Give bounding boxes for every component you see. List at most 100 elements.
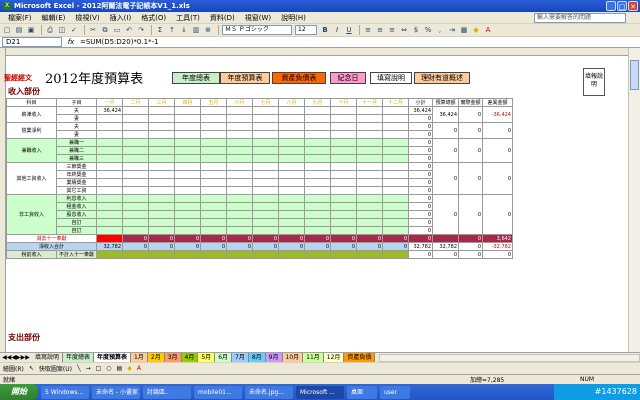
month-cell[interactable] <box>330 146 357 155</box>
note-box[interactable]: 填報說明 <box>583 68 605 96</box>
menu-tools[interactable]: 工具(T) <box>171 13 205 23</box>
subcategory-cell[interactable]: 業績獎金 <box>56 178 97 187</box>
header-cell[interactable]: 實際金額 <box>458 98 483 107</box>
month-cell[interactable] <box>252 106 279 115</box>
subcategory-cell[interactable]: 利息收入 <box>56 194 97 203</box>
actual-cell[interactable]: 0 <box>458 138 483 163</box>
summary-month-cell[interactable]: 0 <box>148 234 175 243</box>
month-cell[interactable] <box>200 146 227 155</box>
currency-icon[interactable]: $ <box>411 25 421 35</box>
month-cell[interactable] <box>200 154 227 163</box>
chart-icon[interactable]: ▥ <box>191 25 201 35</box>
worksheet[interactable]: 聖經經文 2012年度預算表 年度總表 年度預算表 資產負債表 紀念日 填寫說明… <box>0 48 640 352</box>
month-cell[interactable] <box>252 202 279 211</box>
tab-may[interactable]: 5月 <box>198 353 216 362</box>
month-cell[interactable] <box>226 162 253 171</box>
month-cell[interactable] <box>200 130 227 139</box>
start-button[interactable]: 開始 <box>0 384 38 400</box>
month-cell[interactable] <box>304 106 331 115</box>
month-cell[interactable] <box>148 226 175 235</box>
summary-month-cell[interactable]: 0 <box>304 234 331 243</box>
month-cell[interactable] <box>122 218 149 227</box>
month-cell[interactable] <box>252 194 279 203</box>
month-cell[interactable] <box>96 218 123 227</box>
menu-data[interactable]: 資料(D) <box>205 13 240 23</box>
tab-sep[interactable]: 9月 <box>265 353 283 362</box>
budget-cell[interactable]: 0 <box>432 122 459 139</box>
summary-month-cell[interactable]: 0 <box>226 242 253 251</box>
underline-icon[interactable]: U <box>344 25 354 35</box>
month-cell[interactable] <box>382 194 409 203</box>
month-cell[interactable] <box>148 146 175 155</box>
month-cell[interactable] <box>304 170 331 179</box>
month-cell[interactable] <box>122 226 149 235</box>
month-cell[interactable] <box>122 154 149 163</box>
month-cell[interactable] <box>304 162 331 171</box>
budget-cell[interactable]: 0 <box>432 138 459 163</box>
month-cell[interactable] <box>304 146 331 155</box>
budget-cell[interactable]: 36,424 <box>432 106 459 123</box>
month-cell[interactable] <box>148 138 175 147</box>
font-size-select[interactable]: 12 <box>295 25 317 35</box>
month-cell[interactable] <box>226 218 253 227</box>
link-annual-budget[interactable]: 年度預算表 <box>220 72 270 84</box>
month-cell[interactable] <box>304 178 331 187</box>
summary-month-cell[interactable] <box>96 234 123 243</box>
month-cell[interactable] <box>122 122 149 131</box>
month-cell[interactable] <box>148 130 175 139</box>
actual-cell[interactable]: 0 <box>458 194 483 235</box>
link-anniversary[interactable]: 紀念日 <box>330 72 366 84</box>
summary-month-cell[interactable] <box>122 250 149 259</box>
month-cell[interactable] <box>356 122 383 131</box>
copy-icon[interactable]: ⧉ <box>100 25 110 35</box>
menu-file[interactable]: 檔案(F) <box>3 13 37 23</box>
month-cell[interactable] <box>226 186 253 195</box>
taskbar-item[interactable]: 桌面 <box>347 385 377 399</box>
actual-cell[interactable]: 0 <box>458 122 483 139</box>
month-cell[interactable]: 36,424 <box>96 106 123 115</box>
month-cell[interactable] <box>330 210 357 219</box>
subtotal-cell[interactable]: 0 <box>408 194 433 203</box>
header-cell[interactable]: 科目 <box>6 98 57 107</box>
tab-nav-arrows[interactable]: ◀◀◀▶▶▶ <box>0 354 32 361</box>
close-button[interactable]: ✕ <box>628 1 638 11</box>
month-cell[interactable] <box>148 106 175 115</box>
subcategory-cell[interactable]: 妻 <box>56 114 97 123</box>
summary-month-cell[interactable]: 0 <box>252 234 279 243</box>
undo-icon[interactable]: ↶ <box>124 25 134 35</box>
font-color-icon[interactable]: A <box>483 25 493 35</box>
spellcheck-icon[interactable]: ✓ <box>69 25 79 35</box>
sort-asc-icon[interactable]: ↑ <box>167 25 177 35</box>
summary-month-cell[interactable]: 0 <box>226 234 253 243</box>
month-cell[interactable] <box>278 162 305 171</box>
sort-desc-icon[interactable]: ↓ <box>179 25 189 35</box>
month-cell[interactable] <box>278 146 305 155</box>
subtotal-cell[interactable]: 0 <box>408 178 433 187</box>
month-cell[interactable] <box>278 154 305 163</box>
summary-month-cell[interactable]: 0 <box>200 234 227 243</box>
subtotal-cell[interactable]: 0 <box>408 210 433 219</box>
link-balance-sheet[interactable]: 資產負債表 <box>272 72 326 84</box>
zoom-icon[interactable]: ⊕ <box>203 25 213 35</box>
month-cell[interactable] <box>174 226 201 235</box>
formula-input[interactable]: =SUM(D5:D20)*0.1*-1 <box>80 38 159 46</box>
name-box[interactable]: D21 <box>2 37 62 47</box>
month-cell[interactable] <box>330 202 357 211</box>
arrow-icon[interactable]: → <box>86 365 91 372</box>
diff-cell[interactable]: 0 <box>482 138 513 163</box>
tab-apr[interactable]: 4月 <box>181 353 199 362</box>
taskbar-item[interactable]: 5 Windows... <box>41 385 89 399</box>
subcategory-cell[interactable]: 三節獎金 <box>56 162 97 171</box>
summary-month-cell[interactable] <box>148 250 175 259</box>
menu-insert[interactable]: 插入(I) <box>105 13 137 23</box>
month-cell[interactable] <box>356 202 383 211</box>
summary-month-cell[interactable] <box>252 250 279 259</box>
subtotal-cell[interactable]: 0 <box>408 170 433 179</box>
header-cell[interactable]: 八月 <box>278 98 305 107</box>
month-cell[interactable] <box>226 226 253 235</box>
month-cell[interactable] <box>330 226 357 235</box>
month-cell[interactable] <box>278 226 305 235</box>
save-icon[interactable]: ▣ <box>26 25 36 35</box>
header-cell[interactable]: 四月 <box>174 98 201 107</box>
month-cell[interactable] <box>278 210 305 219</box>
